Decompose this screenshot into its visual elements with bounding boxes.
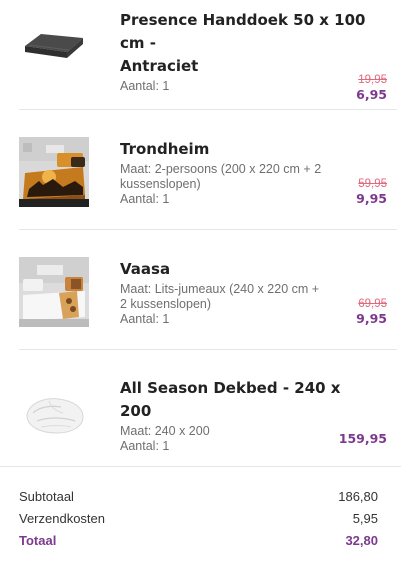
summary-divider	[0, 466, 401, 467]
cart-item: Vaasa Maat: Lits-jumeaux (240 x 220 cm +…	[19, 230, 397, 350]
product-image-duvet[interactable]	[19, 377, 89, 447]
cart-item: Trondheim Maat: 2-persoons (200 x 220 cm…	[19, 110, 397, 230]
price: 9,95	[356, 311, 387, 326]
product-title[interactable]: All Season Dekbed - 240 x 200	[120, 377, 370, 423]
shipping-value: 5,95	[352, 511, 378, 526]
product-size-line-2: kussenslopen)	[120, 177, 201, 191]
product-size: Maat: 2-persoons (200 x 220 cm + 2	[120, 162, 322, 176]
product-size: Maat: 240 x 200	[120, 424, 210, 438]
old-price: 19,95	[358, 74, 387, 86]
total-value: 32,80	[345, 533, 378, 548]
old-price: 59,95	[358, 178, 387, 190]
product-quantity: Aantal: 1	[120, 79, 170, 93]
product-image-vaasa[interactable]	[19, 257, 89, 327]
total-label: Totaal	[19, 533, 57, 548]
product-title[interactable]: Vaasa	[120, 258, 370, 281]
subtotal-row: Subtotaal 186,80	[19, 486, 378, 508]
price: 6,95	[356, 87, 387, 102]
cart-item: Presence Handdoek 50 x 100 cm - Antracie…	[19, 0, 397, 110]
subtotal-value: 186,80	[338, 489, 378, 504]
product-image-trondheim[interactable]	[19, 137, 89, 207]
product-image-towel[interactable]	[19, 8, 89, 78]
total-row: Totaal 32,80	[19, 530, 378, 552]
product-quantity: Aantal: 1	[120, 192, 170, 206]
subtotal-label: Subtotaal	[19, 489, 74, 504]
product-quantity: Aantal: 1	[120, 439, 170, 453]
product-size: Maat: Lits-jumeaux (240 x 220 cm +	[120, 282, 320, 296]
product-quantity: Aantal: 1	[120, 312, 170, 326]
price: 9,95	[356, 191, 387, 206]
product-title[interactable]: Trondheim	[120, 138, 370, 161]
product-size-line-2: 2 kussenslopen)	[120, 297, 212, 311]
shipping-row: Verzendkosten 5,95	[19, 508, 378, 530]
product-title-line-2[interactable]: Antraciet	[120, 55, 370, 78]
price: 159,95	[338, 431, 387, 446]
shipping-label: Verzendkosten	[19, 511, 106, 526]
product-title[interactable]: Presence Handdoek 50 x 100 cm -	[120, 9, 370, 55]
order-summary: Subtotaal 186,80 Verzendkosten 5,95 Tota…	[19, 486, 378, 552]
cart-item: All Season Dekbed - 240 x 200 Maat: 240 …	[19, 350, 397, 460]
old-price: 69,95	[358, 298, 387, 310]
